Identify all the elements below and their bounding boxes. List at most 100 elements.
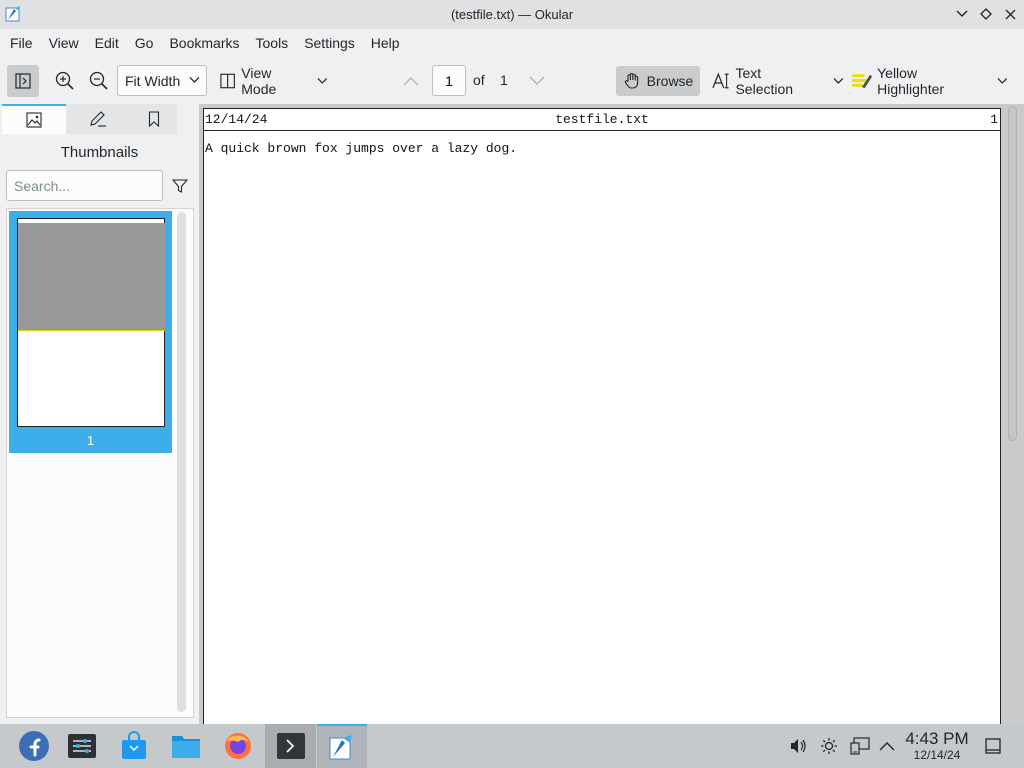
sidebar-title: Thumbnails <box>60 144 139 161</box>
close-button[interactable] <box>1000 5 1020 23</box>
chevron-down-icon <box>833 78 844 84</box>
menu-edit[interactable]: Edit <box>87 29 127 58</box>
minimize-button[interactable] <box>952 5 972 23</box>
text-selection-icon <box>712 72 729 89</box>
system-settings-launcher[interactable] <box>62 724 102 768</box>
sidebar-tabs <box>2 104 199 134</box>
image-icon <box>26 112 42 128</box>
page-header-rule <box>204 130 1000 131</box>
clock-time: 4:43 PM <box>905 729 969 748</box>
sidebar-panel: Thumbnails 1 <box>0 104 199 724</box>
chevron-down-icon <box>317 78 328 84</box>
zoom-mode-combobox[interactable]: Fit Width <box>117 65 207 96</box>
dolphin-launcher[interactable] <box>166 724 206 768</box>
menu-go[interactable]: Go <box>127 29 162 58</box>
previous-page-button[interactable] <box>400 70 422 92</box>
yellow-highlighter-tool-button[interactable]: Yellow Highlighter <box>848 65 1008 97</box>
brightness-button[interactable] <box>818 724 840 768</box>
window-title: (testfile.txt) — Okular <box>450 7 574 22</box>
sidebar-toggle-icon <box>15 73 31 89</box>
chevron-up-icon <box>403 77 419 86</box>
fedora-icon <box>19 731 49 761</box>
okular-app-icon <box>5 6 20 22</box>
chevron-down-icon <box>529 76 545 85</box>
desktop-icon <box>985 738 1001 754</box>
page-header-number: 1 <box>990 112 998 127</box>
application-launcher[interactable] <box>12 724 56 768</box>
firefox-launcher[interactable] <box>218 724 258 768</box>
tab-annotations[interactable] <box>66 104 130 134</box>
menu-tools[interactable]: Tools <box>248 29 297 58</box>
okular-taskbar-item[interactable] <box>317 724 367 768</box>
menu-settings[interactable]: Settings <box>296 29 363 58</box>
title-bar: (testfile.txt) — Okular <box>0 0 1024 29</box>
folder-icon <box>172 736 200 758</box>
view-mode-button[interactable]: View Mode <box>216 65 328 97</box>
chevron-down-icon <box>189 77 200 83</box>
main-toolbar: Fit Width View Mode of 1 Browse Text Sel… <box>0 58 1024 104</box>
thumbnail-list: 1 <box>6 208 194 718</box>
menu-view[interactable]: View <box>41 29 87 58</box>
highlighter-label: Yellow Highlighter <box>877 65 945 97</box>
thumbnail-scrollbar[interactable] <box>177 212 186 712</box>
hand-icon <box>624 73 638 89</box>
text-selection-label: Text Selection <box>735 65 794 97</box>
page-header-filename: testfile.txt <box>555 112 649 127</box>
thumbnail-search-input[interactable] <box>6 170 163 201</box>
zoom-out-icon <box>89 71 108 90</box>
discover-launcher[interactable] <box>114 724 154 768</box>
document-scrollbar[interactable] <box>1008 106 1017 441</box>
menu-bar: File View Edit Go Bookmarks Tools Settin… <box>0 29 1024 58</box>
settings-icon <box>68 734 96 758</box>
volume-button[interactable] <box>788 724 810 768</box>
network-icon <box>850 737 870 755</box>
show-desktop-button[interactable] <box>982 724 1004 768</box>
zoom-out-button[interactable] <box>88 70 110 92</box>
document-body-text: A quick brown fox jumps over a lazy dog. <box>205 141 518 156</box>
clock-date: 12/14/24 <box>913 748 961 762</box>
shopping-bag-icon <box>122 731 146 759</box>
bookmark-icon <box>148 111 159 127</box>
menu-bookmarks[interactable]: Bookmarks <box>161 29 247 58</box>
browse-label: Browse <box>646 73 694 89</box>
zoom-mode-value: Fit Width <box>125 72 181 89</box>
document-page: 12/14/24 testfile.txt 1 A quick brown fo… <box>203 108 1001 724</box>
browse-tool-button[interactable]: Browse <box>616 66 700 96</box>
taskbar: 4:43 PM 12/14/24 <box>0 724 1024 768</box>
current-page-input[interactable] <box>432 65 466 96</box>
konsole-taskbar-item[interactable] <box>265 724 316 768</box>
highlighter-icon <box>851 74 872 89</box>
thumbnail-page-number: 1 <box>86 433 95 448</box>
page-of-label: of <box>473 72 485 88</box>
okular-icon <box>329 735 352 760</box>
firefox-icon <box>225 733 251 759</box>
tab-thumbnails[interactable] <box>2 104 66 134</box>
brightness-icon <box>821 738 837 754</box>
zoom-in-button[interactable] <box>54 70 76 92</box>
chevron-down-icon <box>956 10 968 17</box>
maximize-button[interactable] <box>976 5 996 23</box>
terminal-icon <box>276 733 305 759</box>
tab-bookmarks[interactable] <box>130 104 177 134</box>
text-selection-tool-button[interactable]: Text Selection <box>708 65 844 97</box>
network-button[interactable] <box>848 724 872 768</box>
pen-icon <box>90 111 106 127</box>
chevron-down-icon <box>997 78 1008 84</box>
speaker-icon <box>791 739 806 753</box>
diamond-icon <box>980 8 992 20</box>
menu-help[interactable]: Help <box>363 29 408 58</box>
next-page-button[interactable] <box>526 70 548 92</box>
view-mode-icon <box>220 73 235 89</box>
filter-icon[interactable] <box>172 178 188 194</box>
toggle-sidebar-button[interactable] <box>7 65 39 97</box>
system-tray-expand-button[interactable] <box>876 724 898 768</box>
chevron-up-icon <box>879 742 895 751</box>
total-pages-label: 1 <box>500 72 508 88</box>
menu-file[interactable]: File <box>2 29 41 58</box>
thumbnail-highlight <box>18 223 165 331</box>
view-mode-label: View Mode <box>241 65 277 97</box>
digital-clock[interactable]: 4:43 PM 12/14/24 <box>904 729 970 763</box>
document-view[interactable]: 12/14/24 testfile.txt 1 A quick brown fo… <box>199 104 1024 724</box>
close-icon <box>1005 9 1015 19</box>
thumbnail-item[interactable]: 1 <box>9 211 172 453</box>
